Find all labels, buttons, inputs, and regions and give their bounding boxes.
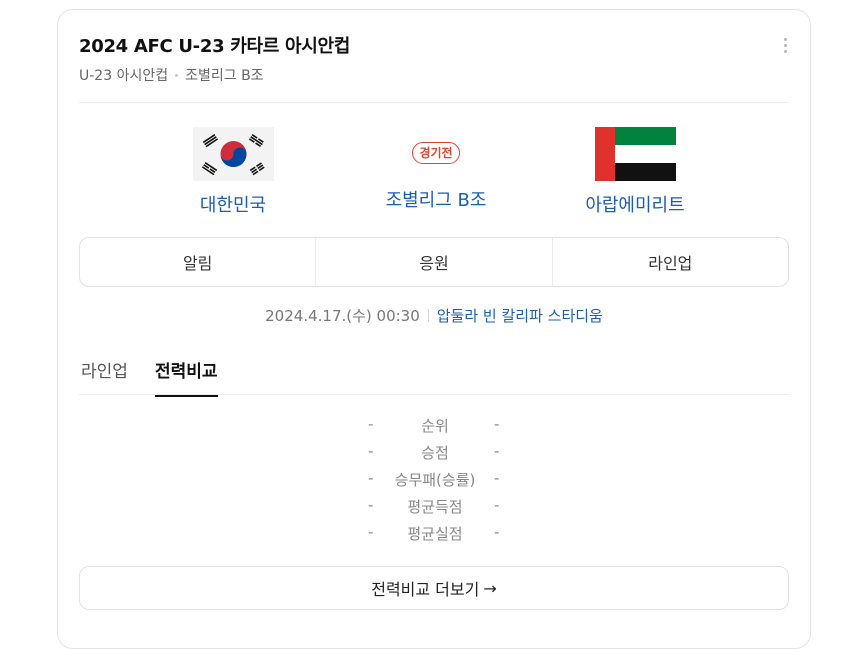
match-card: 2024 AFC U-23 카타르 아시안컵 U-23 아시안컵 조별리그 B조 [57, 9, 811, 649]
home-team[interactable]: 대한민국 [143, 127, 323, 217]
away-stat-value: - [494, 442, 500, 460]
stat-label: 순위 [421, 417, 449, 435]
stat-label: 승무패(승률) [394, 471, 476, 489]
status-badge: 경기전 [412, 142, 460, 164]
stats-table: - 순위 - - 승점 - - 승무패(승률) - - 평균득점 - - 평균실… [58, 415, 810, 550]
match-center: 경기전 조별리그 B조 [346, 142, 526, 212]
action-bar: 알림 응원 라인업 [79, 237, 789, 287]
page-title: 2024 AFC U-23 카타르 아시안컵 [79, 36, 351, 57]
home-stat-value: - [368, 523, 374, 541]
stat-row: - 평균실점 - [58, 523, 810, 550]
more-options-icon[interactable] [782, 38, 788, 56]
home-stat-value: - [368, 442, 374, 460]
competition-label: U-23 아시안컵 [79, 68, 169, 84]
venue-link[interactable]: 압둘라 빈 칼리파 스타디움 [437, 307, 603, 325]
home-team-name[interactable]: 대한민국 [143, 191, 323, 217]
stat-row: - 순위 - [58, 415, 810, 442]
stat-row: - 승무패(승률) - [58, 469, 810, 496]
uae-flag-icon [594, 127, 676, 181]
separator-dot [175, 73, 179, 77]
home-stat-value: - [368, 496, 374, 514]
stat-row: - 승점 - [58, 442, 810, 469]
cheer-button[interactable]: 응원 [315, 238, 551, 286]
away-stat-value: - [494, 496, 500, 514]
lineup-button[interactable]: 라인업 [551, 238, 788, 286]
arrow-right-icon: → [483, 578, 497, 598]
stat-label: 평균득점 [407, 498, 463, 516]
breadcrumb: U-23 아시안컵 조별리그 B조 [79, 65, 264, 85]
away-team[interactable]: 아랍에미리트 [545, 127, 725, 217]
home-stat-value: - [368, 415, 374, 433]
stage-link[interactable]: 조별리그 B조 [346, 186, 526, 212]
away-stat-value: - [494, 415, 500, 433]
separator [427, 309, 429, 322]
away-stat-value: - [494, 523, 500, 541]
match-info: 2024.4.17.(수) 00:30 압둘라 빈 칼리파 스타디움 [58, 305, 810, 326]
korea-flag-icon [192, 127, 274, 181]
away-team-name[interactable]: 아랍에미리트 [545, 191, 725, 217]
home-stat-value: - [368, 469, 374, 487]
stat-row: - 평균득점 - [58, 496, 810, 523]
tab-bar: 라인업 전력비교 [79, 353, 789, 397]
tab-lineup[interactable]: 라인업 [81, 357, 128, 395]
compare-more-button[interactable]: 전력비교 더보기 → [79, 566, 789, 610]
group-label: 조별리그 B조 [185, 68, 264, 84]
away-stat-value: - [494, 469, 500, 487]
compare-more-label: 전력비교 더보기 [371, 580, 480, 599]
alert-button[interactable]: 알림 [80, 238, 315, 286]
stat-label: 평균실점 [407, 525, 463, 543]
stat-label: 승점 [421, 444, 449, 462]
divider [79, 102, 789, 103]
match-datetime: 2024.4.17.(수) 00:30 [265, 307, 420, 325]
tab-compare[interactable]: 전력비교 [155, 357, 218, 397]
